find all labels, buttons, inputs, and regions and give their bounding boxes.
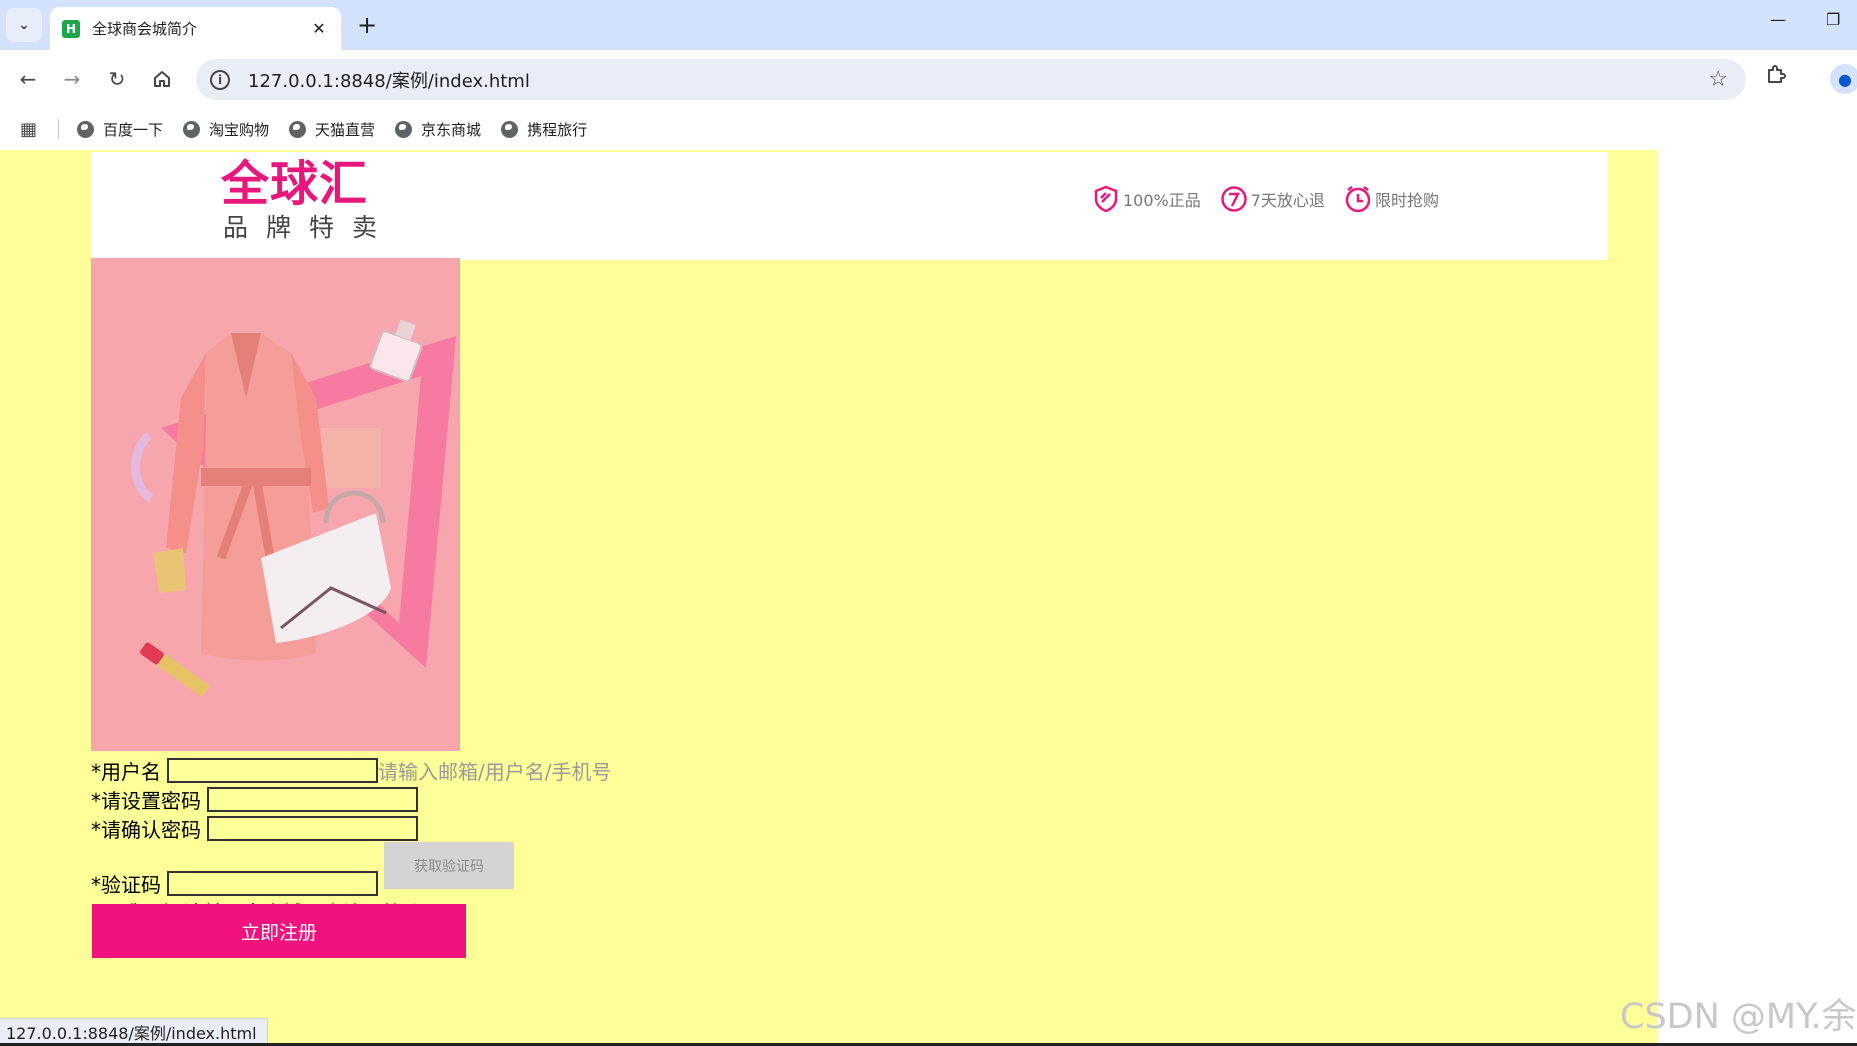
apps-grid-icon[interactable]: ▦ (20, 119, 44, 140)
globe-icon (395, 120, 413, 138)
bookmark-label: 携程旅行 (527, 120, 588, 139)
puzzle-glyph (1768, 65, 1786, 83)
bookmark-label: 淘宝购物 (209, 120, 270, 139)
site-logo[interactable]: 全球汇 品牌特卖 (221, 156, 401, 254)
feature-label: 7天放心退 (1250, 191, 1325, 210)
home-icon[interactable] (147, 64, 177, 94)
address-bar[interactable]: i 127.0.0.1:8848/案例/index.html ☆ (196, 59, 1746, 100)
confirm-password-label: *请确认密码 (91, 817, 201, 842)
plus-icon: + (356, 11, 378, 39)
bookmark-item[interactable]: 天猫直营 (289, 119, 375, 140)
back-arrow-icon[interactable]: ← (13, 64, 43, 94)
username-label: *用户名 (91, 759, 161, 784)
seven-days-icon (1219, 184, 1249, 214)
bookmark-item[interactable]: 携程旅行 (501, 119, 587, 140)
bookmark-item[interactable]: 京东商城 (395, 119, 481, 140)
logo-main-text: 全球汇 (221, 156, 369, 212)
site-info-icon[interactable]: i (210, 69, 230, 90)
page-viewport: 全球汇 品牌特卖 100%正品 7天放心退 限时抢购 *用户名 请输入邮箱/用户… (0, 150, 1857, 1046)
globe-icon (501, 120, 519, 138)
new-tab-button[interactable]: + (352, 10, 382, 40)
bookmark-item[interactable]: 百度一下 (77, 119, 163, 140)
tab-title: 全球商会城简介 (92, 20, 198, 38)
site-header: 全球汇 品牌特卖 100%正品 7天放心退 限时抢购 (91, 152, 1608, 260)
watermark-text: CSDN @MY.余 (1620, 997, 1857, 1037)
password-input[interactable] (207, 786, 418, 812)
tab-strip: ⌄ H 全球商会城简介 ✕ + — ❐ (0, 0, 1857, 50)
globe-icon (77, 120, 94, 138)
bookmark-star-icon[interactable]: ☆ (1708, 67, 1728, 92)
address-url[interactable]: 127.0.0.1:8848/案例/index.html (248, 67, 1708, 93)
bookmark-label: 京东商城 (421, 120, 482, 139)
password-label: *请设置密码 (91, 788, 201, 813)
bookmarks-separator (58, 119, 59, 139)
code-label: *验证码 (91, 872, 161, 897)
logo-sub-text: 品牌特卖 (223, 213, 396, 242)
feature-genuine: 100%正品 (1091, 184, 1201, 214)
browser-toolbar: ← → ↻ i 127.0.0.1:8848/案例/index.html ☆ ● (0, 50, 1857, 108)
active-tab[interactable]: H 全球商会城简介 ✕ (50, 7, 341, 50)
forward-arrow-icon[interactable]: → (57, 64, 87, 94)
username-input[interactable] (167, 757, 378, 783)
confirm-password-input[interactable] (207, 815, 418, 841)
bookmark-label: 天猫直营 (315, 120, 376, 139)
hbuilder-favicon-icon: H (62, 19, 80, 38)
close-icon[interactable]: ✕ (309, 19, 329, 38)
chevron-down-icon: ⌄ (18, 17, 30, 33)
shield-icon (1091, 184, 1121, 214)
get-code-button[interactable]: 获取验证码 (384, 842, 514, 889)
bookmarks-bar: ▦ 百度一下 淘宝购物 天猫直营 京东商城 携程旅行 (0, 108, 1857, 150)
feature-return: 7天放心退 (1219, 184, 1325, 214)
extensions-icon[interactable] (1765, 64, 1787, 91)
password-row: *请设置密码 (91, 785, 418, 813)
tab-search-button[interactable]: ⌄ (6, 8, 42, 42)
home-glyph (154, 71, 170, 87)
code-row: *验证码 (91, 869, 378, 897)
page-body: 全球汇 品牌特卖 100%正品 7天放心退 限时抢购 *用户名 请输入邮箱/用户… (0, 150, 1658, 1046)
status-bar-url: 127.0.0.1:8848/案例/index.html (0, 1018, 268, 1046)
username-hint: 请输入邮箱/用户名/手机号 (378, 759, 612, 784)
clock-icon (1343, 184, 1373, 214)
register-button[interactable]: 立即注册 (92, 904, 466, 958)
feature-label: 100%正品 (1123, 191, 1201, 210)
bookmark-item[interactable]: 淘宝购物 (183, 119, 269, 140)
profile-avatar-icon[interactable]: ● (1830, 64, 1857, 94)
restore-icon[interactable]: ❐ (1826, 10, 1840, 29)
username-row: *用户名 请输入邮箱/用户名/手机号 (91, 756, 611, 784)
service-features: 100%正品 7天放心退 限时抢购 (1091, 184, 1457, 214)
feature-flash-sale: 限时抢购 (1343, 184, 1439, 214)
globe-icon (183, 120, 201, 138)
feature-label: 限时抢购 (1374, 191, 1439, 210)
code-input[interactable] (167, 870, 378, 896)
confirm-password-row: *请确认密码 (91, 814, 418, 842)
promo-banner-image (91, 258, 460, 751)
minimize-icon[interactable]: — (1770, 10, 1786, 29)
globe-icon (289, 120, 307, 138)
banner-artwork (91, 258, 460, 751)
reload-icon[interactable]: ↻ (102, 64, 132, 94)
bookmark-label: 百度一下 (103, 120, 164, 139)
